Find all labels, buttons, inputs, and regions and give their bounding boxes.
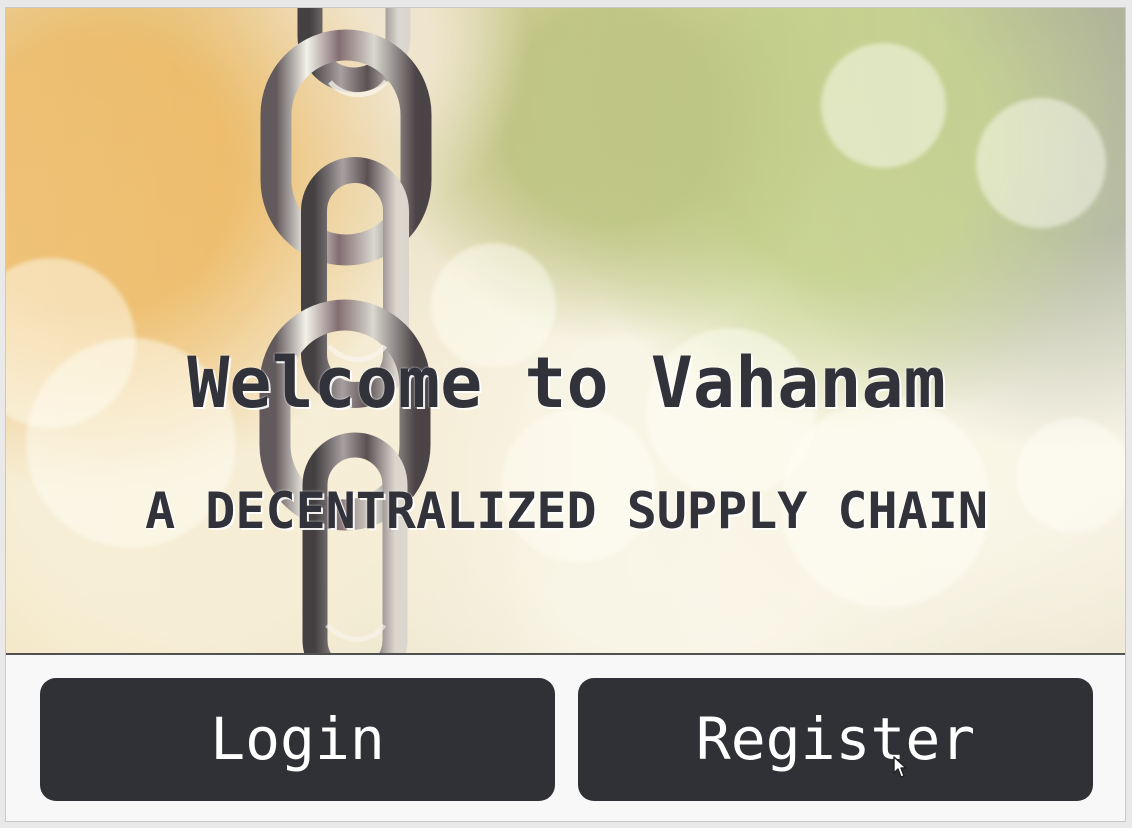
app-window: Welcome to Vahanam A DECENTRALIZED SUPPL… <box>5 7 1126 822</box>
page-title: Welcome to Vahanam <box>187 341 946 424</box>
action-bar: Login Register <box>6 655 1125 821</box>
page-subtitle: A DECENTRALIZED SUPPLY CHAIN <box>145 481 988 540</box>
hero-overlay <box>6 8 1125 654</box>
login-button[interactable]: Login <box>40 678 555 801</box>
hero-banner: Welcome to Vahanam A DECENTRALIZED SUPPL… <box>6 8 1125 654</box>
register-button[interactable]: Register <box>578 678 1093 801</box>
